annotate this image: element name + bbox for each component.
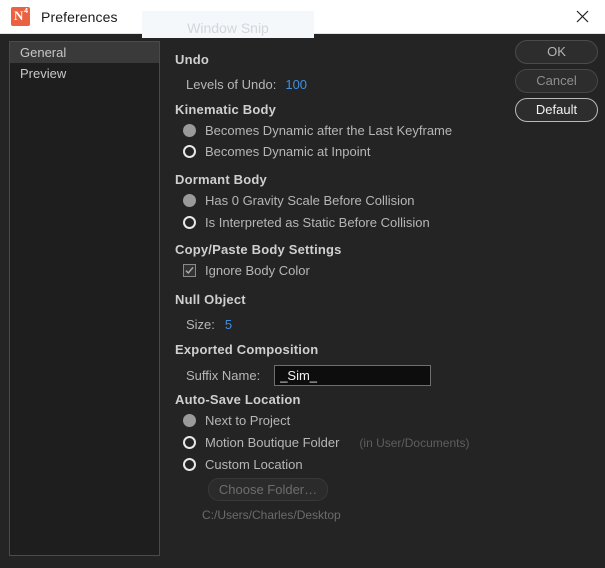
suffix-name-row: Suffix Name: — [186, 365, 432, 386]
radio-filled-icon — [183, 124, 196, 137]
radio-empty-icon — [183, 458, 196, 471]
section-title-dormant-body: Dormant Body — [175, 172, 267, 187]
radio-filled-icon — [183, 414, 196, 427]
levels-of-undo-row: Levels of Undo: 100 — [186, 77, 307, 92]
ok-button[interactable]: OK — [515, 40, 598, 64]
radio-dormant-zero-gravity-scale[interactable]: Has 0 Gravity Scale Before Collision — [183, 193, 415, 208]
radio-label: Motion Boutique Folder — [205, 435, 340, 450]
check-mark-icon — [185, 266, 194, 275]
radio-empty-icon — [183, 436, 196, 449]
checkbox-label: Ignore Body Color — [205, 263, 310, 278]
close-button[interactable] — [560, 0, 605, 33]
checkbox-ignore-body-color[interactable]: Ignore Body Color — [183, 263, 310, 278]
levels-of-undo-label: Levels of Undo: — [186, 77, 277, 92]
null-object-size-row: Size: 5 — [186, 317, 232, 332]
radio-label: Has 0 Gravity Scale Before Collision — [205, 193, 415, 208]
title-bar: N 4 Preferences — [0, 0, 605, 34]
app-icon-superscript: 4 — [24, 8, 28, 15]
radio-label: Becomes Dynamic at Inpoint — [205, 144, 371, 159]
section-title-exported-composition: Exported Composition — [175, 342, 319, 357]
radio-filled-icon — [183, 194, 196, 207]
radio-label: Is Interpreted as Static Before Collisio… — [205, 215, 430, 230]
section-title-undo: Undo — [175, 52, 210, 67]
preferences-dialog-body: General Preview OK Cancel Default Undo L… — [0, 34, 605, 568]
choose-folder-button[interactable]: Choose Folder… — [208, 478, 328, 501]
sidebar-item-label: Preview — [20, 66, 67, 81]
radio-autosave-custom-location[interactable]: Custom Location — [183, 457, 303, 472]
sidebar: General Preview — [9, 41, 160, 556]
radio-kinematic-becomes-dynamic-at-inpoint[interactable]: Becomes Dynamic at Inpoint — [183, 144, 370, 159]
newton-app-icon: N 4 — [11, 7, 30, 26]
sidebar-item-label: General — [20, 45, 67, 60]
sidebar-item-preview[interactable]: Preview — [10, 63, 159, 84]
radio-empty-icon — [183, 216, 196, 229]
radio-label: Next to Project — [205, 413, 291, 428]
section-title-kinematic-body: Kinematic Body — [175, 102, 277, 117]
suffix-name-input[interactable] — [274, 365, 432, 386]
radio-autosave-motion-boutique-folder[interactable]: Motion Boutique Folder (in User/Document… — [183, 435, 469, 450]
window-title: Preferences — [41, 8, 118, 25]
null-object-size-value[interactable]: 5 — [225, 317, 232, 332]
radio-kinematic-becomes-dynamic-after-last-keyframe[interactable]: Becomes Dynamic after the Last Keyframe — [183, 123, 452, 138]
radio-dormant-interpreted-as-static[interactable]: Is Interpreted as Static Before Collisio… — [183, 215, 430, 230]
radio-autosave-next-to-project[interactable]: Next to Project — [183, 413, 290, 428]
cancel-button[interactable]: Cancel — [515, 69, 598, 93]
null-object-size-label: Size: — [186, 317, 215, 332]
app-icon-letter: N — [14, 8, 24, 23]
close-icon — [576, 10, 589, 23]
sidebar-item-general[interactable]: General — [10, 42, 159, 63]
radio-label: Custom Location — [205, 457, 303, 472]
radio-label: Becomes Dynamic after the Last Keyframe — [205, 123, 453, 138]
default-button[interactable]: Default — [515, 98, 598, 122]
section-title-auto-save-location: Auto-Save Location — [175, 392, 301, 407]
checkbox-checked-icon — [183, 264, 196, 277]
levels-of-undo-value[interactable]: 100 — [285, 77, 307, 92]
section-title-copy-paste-body-settings: Copy/Paste Body Settings — [175, 242, 342, 257]
auto-save-path-text: C:/Users/Charles/Desktop — [202, 508, 341, 522]
section-title-null-object: Null Object — [175, 292, 246, 307]
suffix-name-label: Suffix Name: — [186, 368, 261, 383]
dialog-button-column: OK Cancel Default — [515, 40, 598, 127]
motion-boutique-folder-hint: (in User/Documents) — [359, 435, 470, 450]
radio-empty-icon — [183, 145, 196, 158]
